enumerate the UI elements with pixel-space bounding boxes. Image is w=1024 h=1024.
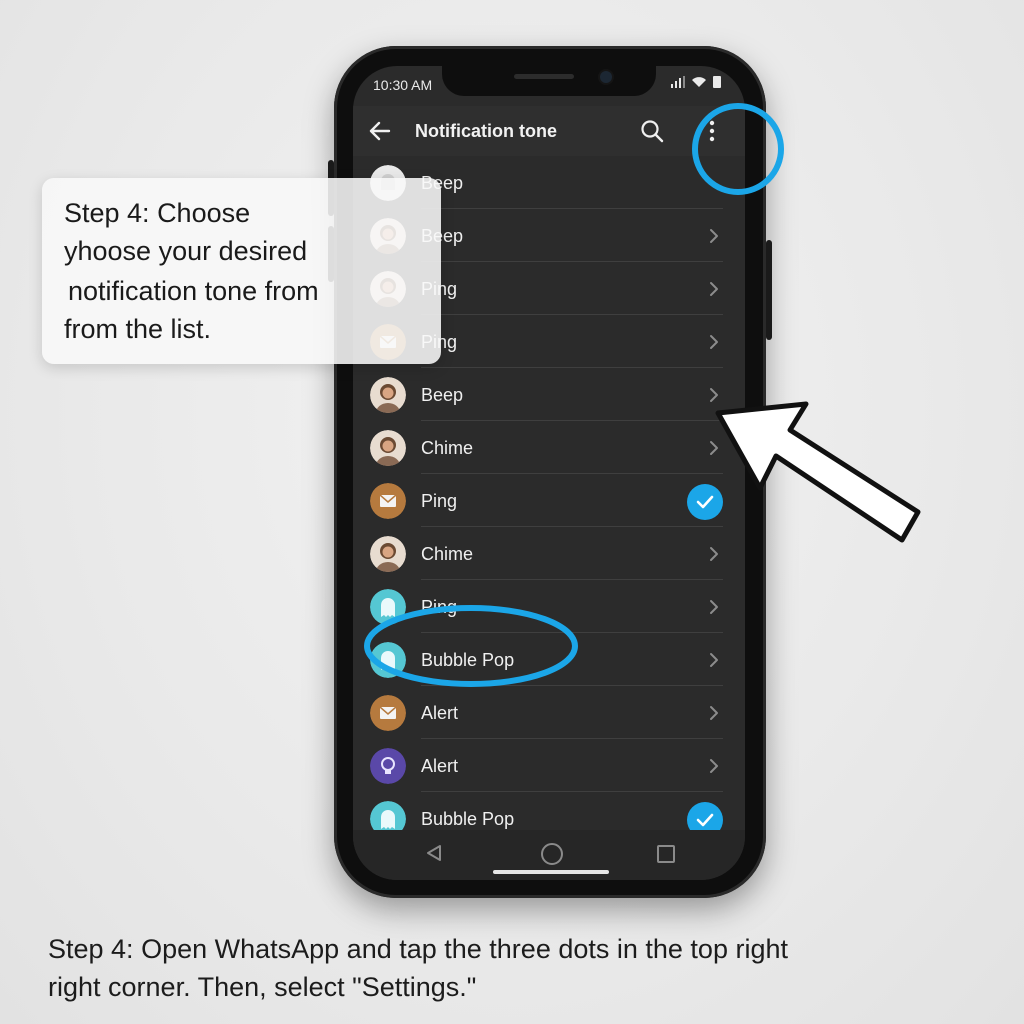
tone-list-item[interactable]: Alert <box>353 739 745 792</box>
tone-label: Chime <box>421 438 474 458</box>
chevron-right-icon <box>710 388 718 402</box>
chevron-right-icon <box>710 600 718 614</box>
caption-line: Step 4: Open WhatsApp and tap the three … <box>48 934 788 964</box>
caption-line: right corner. Then, select "Settings." <box>48 972 477 1002</box>
status-time: 10:30 AM <box>373 77 433 93</box>
lightbulb-avatar <box>370 748 406 784</box>
speaker <box>514 74 574 79</box>
tone-list-item[interactable]: Chime <box>353 421 745 474</box>
callout-line: Step 4: Choose <box>64 198 251 228</box>
person-avatar <box>370 536 406 572</box>
tone-label: Chime <box>421 544 474 564</box>
status-icons <box>671 76 721 88</box>
search-icon[interactable] <box>639 118 665 144</box>
tone-label: Bubble Pop <box>421 650 515 670</box>
envelope-avatar <box>370 483 406 519</box>
battery-icon <box>713 76 721 88</box>
checkmark-icon <box>687 484 723 520</box>
chevron-right-icon <box>710 282 718 296</box>
tone-list-item[interactable]: Ping <box>353 474 745 527</box>
tone-label: Alert <box>421 756 459 776</box>
system-nav-bar <box>353 830 745 880</box>
chevron-right-icon <box>710 759 718 773</box>
chevron-right-icon <box>710 653 718 667</box>
nav-recents-icon[interactable] <box>657 845 675 863</box>
signal-icon <box>671 76 685 88</box>
callout-line: yhoose your desired <box>64 236 308 266</box>
tone-label: Beep <box>421 385 464 405</box>
callout-line: from the list. <box>64 314 212 344</box>
wifi-icon <box>692 77 706 87</box>
more-vertical-icon[interactable] <box>705 119 719 143</box>
tone-list-item[interactable]: Alert <box>353 686 745 739</box>
callout-line: notification tone from <box>68 276 319 306</box>
app-bar: Notification tone <box>353 106 745 156</box>
ghost-avatar <box>370 642 406 678</box>
tone-list-item[interactable]: Beep <box>353 368 745 421</box>
nav-home-icon[interactable] <box>541 843 563 865</box>
tone-label: Ping <box>421 597 458 617</box>
nav-back-icon[interactable] <box>425 844 443 862</box>
chevron-right-icon <box>710 229 718 243</box>
tone-list-item[interactable]: Chime <box>353 527 745 580</box>
person-avatar <box>370 377 406 413</box>
tone-label: Alert <box>421 703 459 723</box>
home-indicator[interactable] <box>493 870 609 874</box>
chevron-right-icon <box>710 441 718 455</box>
person-avatar <box>370 430 406 466</box>
arrow-left-icon[interactable] <box>367 118 393 144</box>
chevron-right-icon <box>710 335 718 349</box>
chevron-right-icon <box>710 547 718 561</box>
instruction-callout: Step 4: Choose yhoose your desired notif… <box>42 178 441 364</box>
notch <box>442 66 656 96</box>
chevron-right-icon <box>710 706 718 720</box>
page-title: Notification tone <box>415 121 557 141</box>
front-camera <box>600 71 612 83</box>
tone-list-item[interactable]: Ping <box>353 580 745 633</box>
tone-label: Ping <box>421 491 458 511</box>
envelope-avatar <box>370 695 406 731</box>
ghost-avatar <box>370 589 406 625</box>
tone-list-item[interactable]: Bubble Pop <box>353 633 745 686</box>
tone-label: Bubble Pop <box>421 809 515 829</box>
power-button <box>766 240 772 340</box>
